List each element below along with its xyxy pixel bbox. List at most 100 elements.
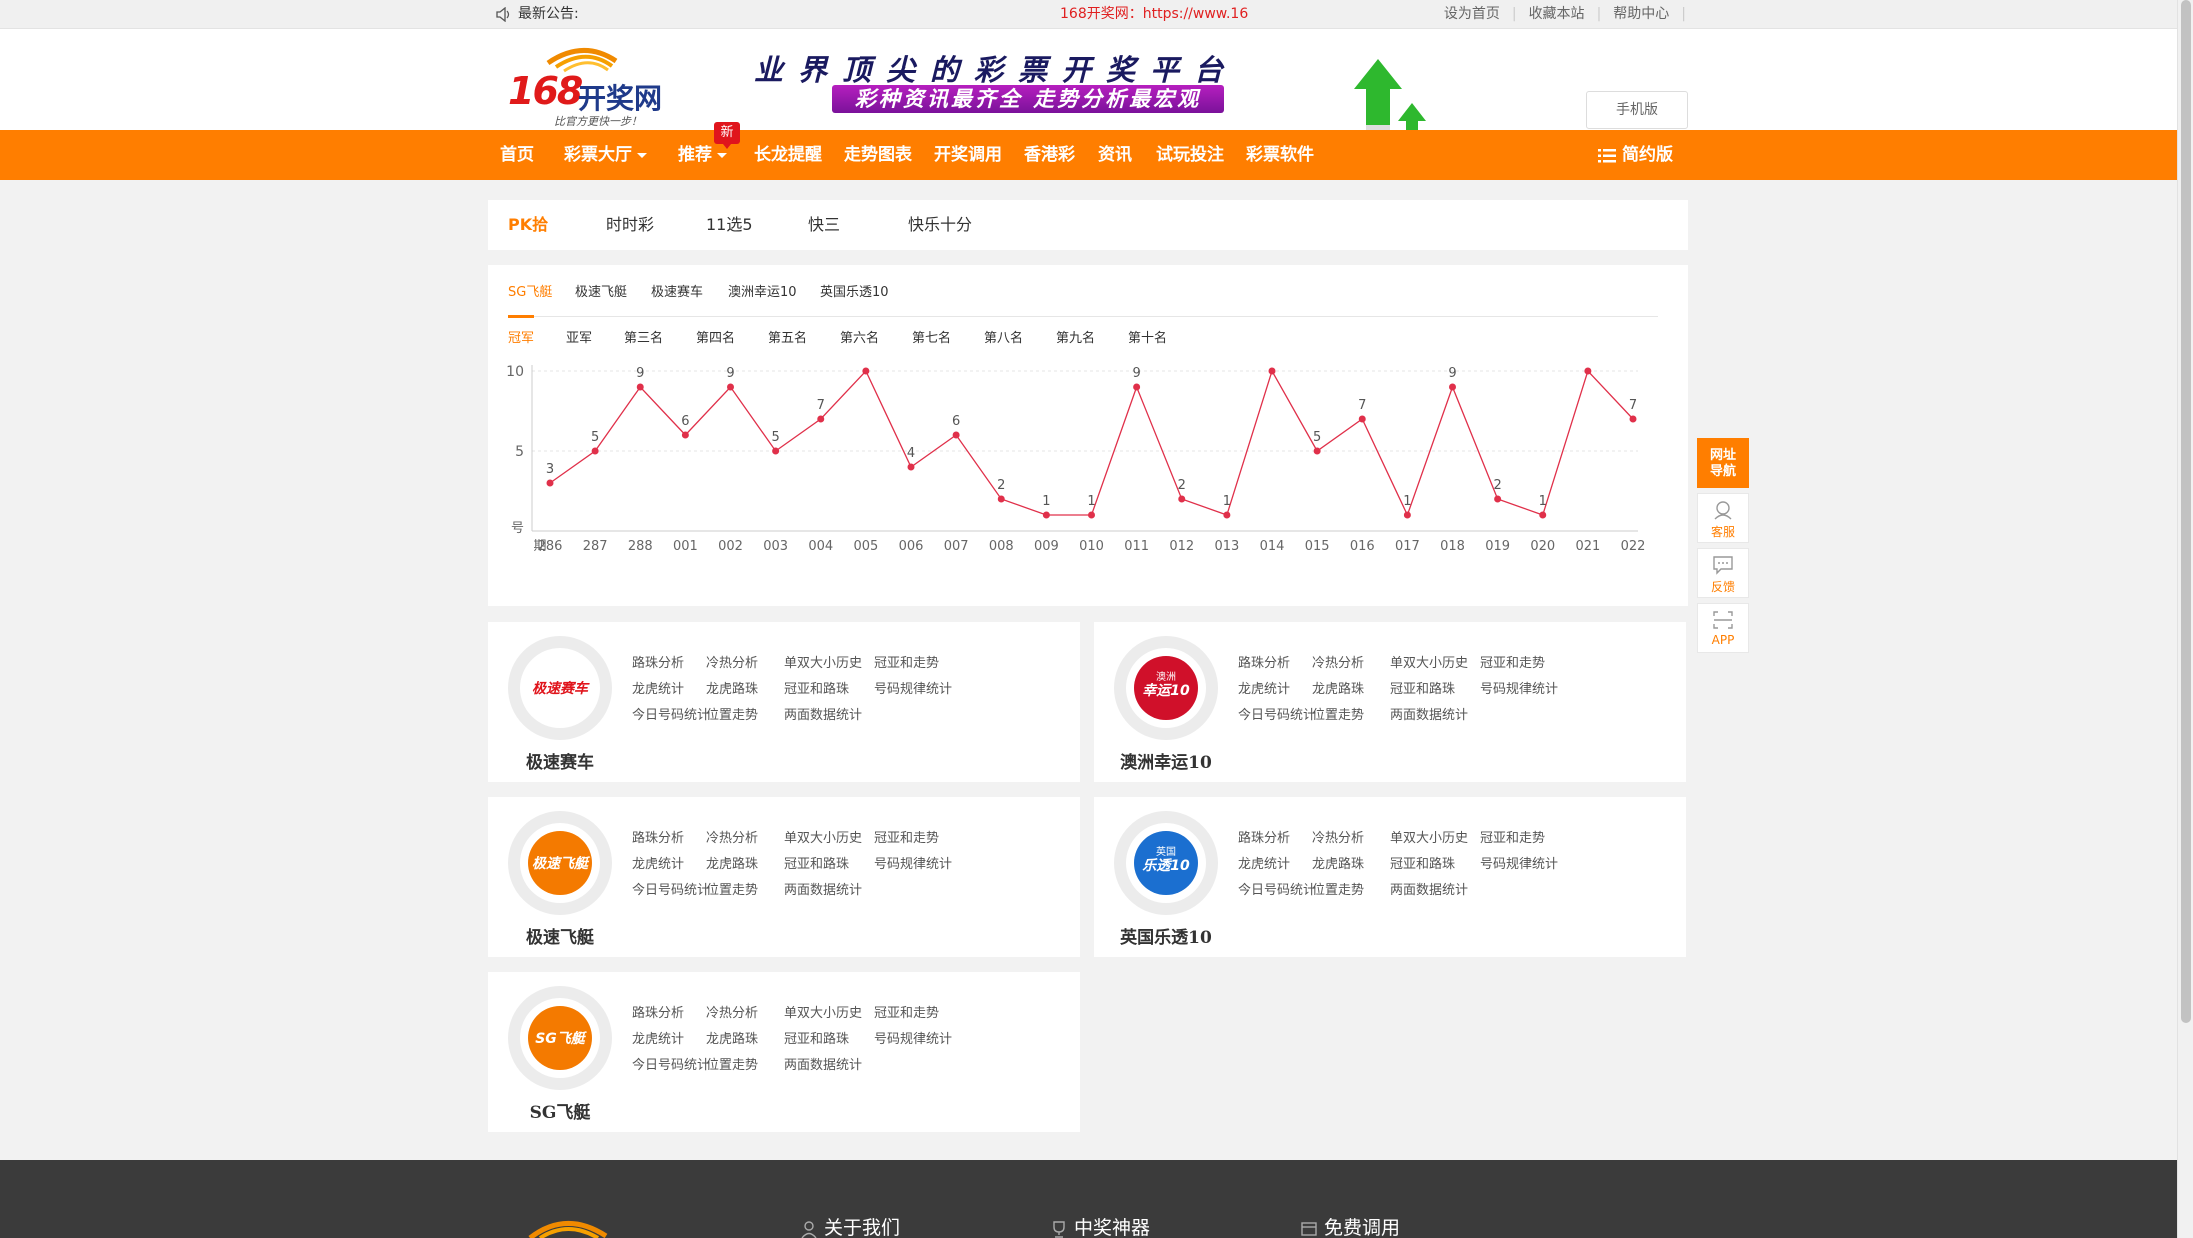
analysis-link[interactable]: 龙虎统计 xyxy=(632,678,684,697)
tab-11x5[interactable]: 11选5 xyxy=(706,200,753,250)
lottery-name[interactable]: 极速飞艇 xyxy=(488,923,632,948)
set-homepage-link[interactable]: 设为首页 xyxy=(1432,0,1512,29)
analysis-link[interactable]: 两面数据统计 xyxy=(1390,704,1468,723)
lottery-logo[interactable]: 澳洲 幸运10 xyxy=(1114,636,1218,740)
analysis-link[interactable]: 今日号码统计 xyxy=(1238,704,1316,723)
analysis-link[interactable]: 冷热分析 xyxy=(706,827,758,846)
rank-tab-10[interactable]: 第十名 xyxy=(1128,327,1167,351)
tab-k3[interactable]: 快三 xyxy=(808,200,840,250)
analysis-link[interactable]: 号码规律统计 xyxy=(874,1028,952,1047)
analysis-link[interactable]: 龙虎统计 xyxy=(1238,678,1290,697)
analysis-link[interactable]: 龙虎路珠 xyxy=(706,1028,758,1047)
analysis-link[interactable]: 路珠分析 xyxy=(1238,827,1290,846)
subtab-speed-racing[interactable]: 极速赛车 xyxy=(651,281,703,305)
feedback-button[interactable]: 反馈 xyxy=(1697,548,1749,598)
analysis-link[interactable]: 冷热分析 xyxy=(706,652,758,671)
customer-service-button[interactable]: 客服 xyxy=(1697,493,1749,543)
analysis-link[interactable]: 龙虎路珠 xyxy=(1312,853,1364,872)
rank-tab-6[interactable]: 第六名 xyxy=(840,327,879,351)
rank-tab-1[interactable]: 冠军 xyxy=(508,327,534,351)
nav-trial-bet[interactable]: 试玩投注 xyxy=(1156,130,1224,180)
analysis-link[interactable]: 位置走势 xyxy=(706,1054,758,1073)
site-logo[interactable]: 168 开奖网 比官方更快一步！ xyxy=(508,41,668,128)
analysis-link[interactable]: 路珠分析 xyxy=(632,827,684,846)
rank-tab-4[interactable]: 第四名 xyxy=(696,327,735,351)
analysis-link[interactable]: 今日号码统计 xyxy=(632,704,710,723)
analysis-link[interactable]: 冠亚和路珠 xyxy=(1390,853,1455,872)
lottery-name[interactable]: 澳洲幸运10 xyxy=(1094,748,1238,773)
analysis-link[interactable]: 号码规律统计 xyxy=(874,853,952,872)
analysis-link[interactable]: 今日号码统计 xyxy=(632,1054,710,1073)
nav-lottery-hall[interactable]: 彩票大厅 xyxy=(564,130,647,180)
analysis-link[interactable]: 两面数据统计 xyxy=(1390,879,1468,898)
lottery-name[interactable]: 英国乐透10 xyxy=(1094,923,1238,948)
analysis-link[interactable]: 冷热分析 xyxy=(1312,652,1364,671)
mobile-version-button[interactable]: 手机版 xyxy=(1586,91,1688,129)
page-scrollbar[interactable] xyxy=(2177,0,2193,1238)
footer-winning-tool[interactable]: 中奖神器 xyxy=(1050,1213,1150,1238)
help-center-link[interactable]: 帮助中心 xyxy=(1601,0,1681,29)
lottery-name[interactable]: SG飞艇 xyxy=(488,1098,632,1123)
analysis-link[interactable]: 两面数据统计 xyxy=(784,879,862,898)
analysis-link[interactable]: 号码规律统计 xyxy=(1480,678,1558,697)
analysis-link[interactable]: 龙虎统计 xyxy=(632,853,684,872)
nav-home[interactable]: 首页 xyxy=(500,130,534,180)
tab-ssc[interactable]: 时时彩 xyxy=(606,200,654,250)
lottery-logo[interactable]: 极速飞艇 xyxy=(508,811,612,915)
analysis-link[interactable]: 冠亚和路珠 xyxy=(784,853,849,872)
analysis-link[interactable]: 单双大小历史 xyxy=(1390,827,1468,846)
analysis-link[interactable]: 两面数据统计 xyxy=(784,704,862,723)
analysis-link[interactable]: 冠亚和走势 xyxy=(874,827,939,846)
scrollbar-thumb[interactable] xyxy=(2181,0,2191,1023)
analysis-link[interactable]: 冠亚和走势 xyxy=(874,1002,939,1021)
analysis-link[interactable]: 两面数据统计 xyxy=(784,1054,862,1073)
analysis-link[interactable]: 位置走势 xyxy=(706,704,758,723)
tab-happy10[interactable]: 快乐十分 xyxy=(908,200,972,250)
analysis-link[interactable]: 号码规律统计 xyxy=(874,678,952,697)
analysis-link[interactable]: 单双大小历史 xyxy=(784,652,862,671)
analysis-link[interactable]: 路珠分析 xyxy=(632,1002,684,1021)
nav-simple-version[interactable]: 简约版 xyxy=(1598,130,1673,180)
subtab-aus-lucky10[interactable]: 澳洲幸运10 xyxy=(728,281,797,305)
analysis-link[interactable]: 单双大小历史 xyxy=(784,827,862,846)
nav-trend-charts[interactable]: 走势图表 xyxy=(844,130,912,180)
analysis-link[interactable]: 今日号码统计 xyxy=(1238,879,1316,898)
analysis-link[interactable]: 冠亚和路珠 xyxy=(784,1028,849,1047)
analysis-link[interactable]: 号码规律统计 xyxy=(1480,853,1558,872)
site-nav-button[interactable]: 网址 导航 xyxy=(1697,438,1749,488)
lottery-logo[interactable]: 英国 乐透10 xyxy=(1114,811,1218,915)
analysis-link[interactable]: 冠亚和路珠 xyxy=(784,678,849,697)
notice-marquee[interactable]: 168开奖网：https://www.16 xyxy=(1060,0,1248,29)
app-download-button[interactable]: APP xyxy=(1697,603,1749,653)
nav-news[interactable]: 资讯 xyxy=(1098,130,1132,180)
analysis-link[interactable]: 冠亚和走势 xyxy=(1480,652,1545,671)
lottery-name[interactable]: 极速赛车 xyxy=(488,748,632,773)
bookmark-link[interactable]: 收藏本站 xyxy=(1517,0,1597,29)
rank-tab-9[interactable]: 第九名 xyxy=(1056,327,1095,351)
analysis-link[interactable]: 龙虎路珠 xyxy=(706,853,758,872)
nav-hk-lottery[interactable]: 香港彩 xyxy=(1024,130,1075,180)
lottery-logo[interactable]: SG飞艇 xyxy=(508,986,612,1090)
nav-dragon-alert[interactable]: 长龙提醒 xyxy=(754,130,822,180)
subtab-sg-boat[interactable]: SG飞艇 xyxy=(508,281,552,305)
analysis-link[interactable]: 冷热分析 xyxy=(1312,827,1364,846)
rank-tab-8[interactable]: 第八名 xyxy=(984,327,1023,351)
analysis-link[interactable]: 冷热分析 xyxy=(706,1002,758,1021)
rank-tab-5[interactable]: 第五名 xyxy=(768,327,807,351)
analysis-link[interactable]: 位置走势 xyxy=(1312,704,1364,723)
lottery-logo[interactable]: 极速赛车 xyxy=(508,636,612,740)
rank-tab-3[interactable]: 第三名 xyxy=(624,327,663,351)
nav-draw-api[interactable]: 开奖调用 xyxy=(934,130,1002,180)
analysis-link[interactable]: 龙虎路珠 xyxy=(706,678,758,697)
footer-free-api[interactable]: 免费调用 xyxy=(1300,1213,1400,1238)
subtab-uk-lotto10[interactable]: 英国乐透10 xyxy=(820,281,889,305)
analysis-link[interactable]: 路珠分析 xyxy=(1238,652,1290,671)
analysis-link[interactable]: 位置走势 xyxy=(706,879,758,898)
analysis-link[interactable]: 龙虎路珠 xyxy=(1312,678,1364,697)
footer-about-us[interactable]: 关于我们 xyxy=(800,1213,900,1238)
analysis-link[interactable]: 今日号码统计 xyxy=(632,879,710,898)
analysis-link[interactable]: 龙虎统计 xyxy=(1238,853,1290,872)
analysis-link[interactable]: 龙虎统计 xyxy=(632,1028,684,1047)
rank-tab-7[interactable]: 第七名 xyxy=(912,327,951,351)
analysis-link[interactable]: 位置走势 xyxy=(1312,879,1364,898)
